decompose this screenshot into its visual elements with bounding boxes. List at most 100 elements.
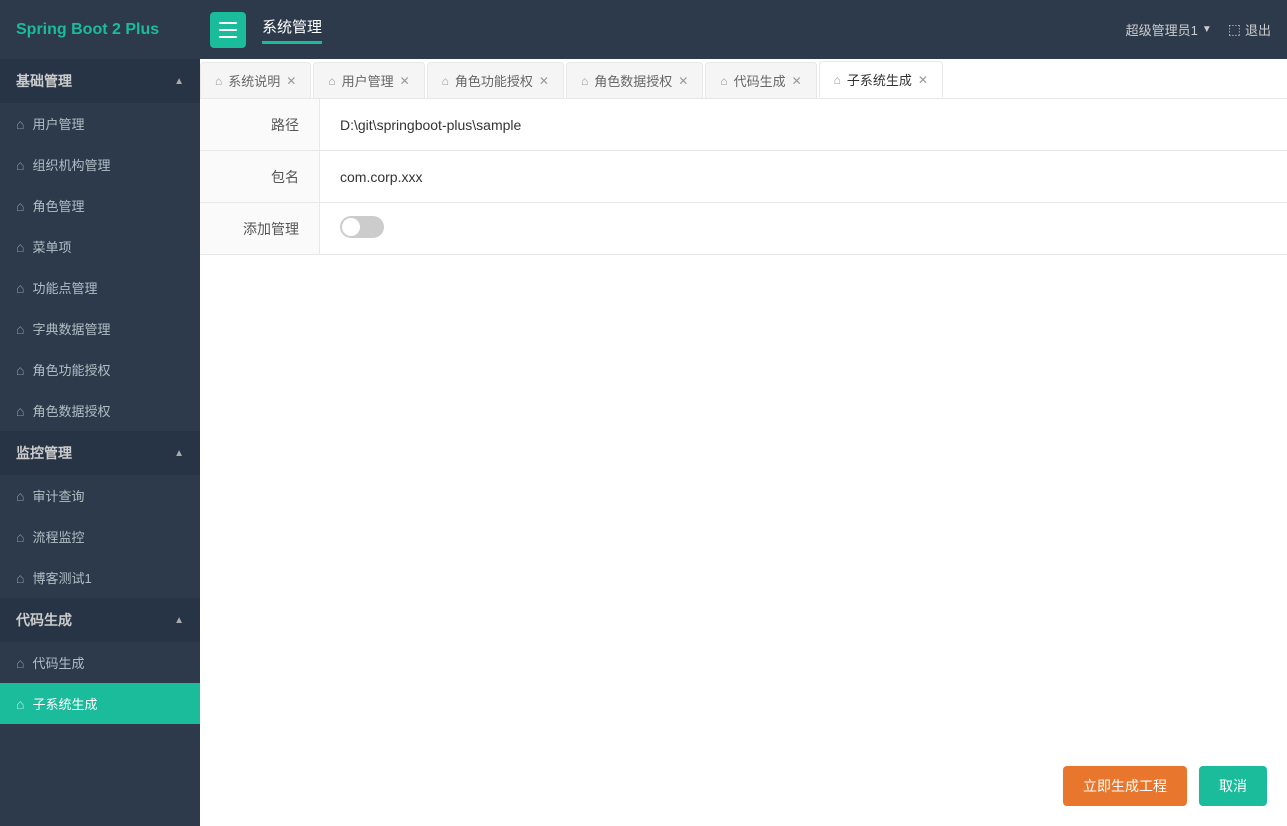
- tab-icon-1: ⌂: [328, 74, 335, 88]
- header: Spring Boot 2 Plus 系统管理 超级管理员1 ▼ ⬚ 退出: [0, 0, 1287, 59]
- sidebar-group-codegen-label: 代码生成: [16, 610, 72, 630]
- tab-system-intro[interactable]: ⌂ 系统说明 ✕: [200, 62, 311, 98]
- sidebar-group-codegen[interactable]: 代码生成 ▲: [0, 598, 200, 642]
- tab-icon-5: ⌂: [834, 73, 841, 87]
- home-icon-12: ⌂: [16, 696, 24, 712]
- home-icon-8: ⌂: [16, 488, 24, 504]
- tab-close-4[interactable]: ✕: [792, 75, 802, 87]
- sidebar-item-func-mgmt[interactable]: ⌂ 功能点管理: [0, 267, 200, 308]
- sidebar-group-basic-arrow: ▲: [174, 76, 184, 87]
- header-right: 超级管理员1 ▼ ⬚ 退出: [1126, 20, 1271, 39]
- home-icon-9: ⌂: [16, 529, 24, 545]
- tab-user-mgmt[interactable]: ⌂ 用户管理 ✕: [313, 62, 424, 98]
- tab-icon-0: ⌂: [215, 74, 222, 88]
- sidebar-group-basic-label: 基础管理: [16, 71, 72, 91]
- app-logo: Spring Boot 2 Plus: [16, 21, 210, 39]
- tab-subsystem-gen[interactable]: ⌂ 子系统生成 ✕: [819, 61, 943, 98]
- generate-button[interactable]: 立即生成工程: [1063, 766, 1187, 806]
- sidebar-item-role-func-auth[interactable]: ⌂ 角色功能授权: [0, 349, 200, 390]
- sidebar-item-menu[interactable]: ⌂ 菜单项: [0, 226, 200, 267]
- sidebar-item-label: 审计查询: [32, 486, 84, 505]
- home-icon-5: ⌂: [16, 321, 24, 337]
- layout: 基础管理 ▲ ⌂ 用户管理 ⌂ 组织机构管理 ⌂ 角色管理 ⌂ 菜单项 ⌂ 功能…: [0, 59, 1287, 826]
- footer-actions: 立即生成工程 取消: [1063, 766, 1267, 806]
- home-icon-10: ⌂: [16, 570, 24, 586]
- sidebar-item-label: 字典数据管理: [32, 319, 110, 338]
- sidebar-item-org-mgmt[interactable]: ⌂ 组织机构管理: [0, 144, 200, 185]
- tab-label-0: 系统说明: [228, 71, 280, 90]
- sidebar-item-role-data-auth[interactable]: ⌂ 角色数据授权: [0, 390, 200, 431]
- sidebar-item-process-monitor[interactable]: ⌂ 流程监控: [0, 516, 200, 557]
- sidebar-group-monitor-label: 监控管理: [16, 443, 72, 463]
- tab-label-5: 子系统生成: [847, 70, 912, 89]
- tab-close-3[interactable]: ✕: [678, 75, 688, 87]
- tab-close-2[interactable]: ✕: [539, 75, 549, 87]
- form-row-add-mgmt: 添加管理: [200, 203, 1287, 255]
- sidebar-item-label: 角色数据授权: [32, 401, 110, 420]
- sidebar: 基础管理 ▲ ⌂ 用户管理 ⌂ 组织机构管理 ⌂ 角色管理 ⌂ 菜单项 ⌂ 功能…: [0, 59, 200, 826]
- home-icon-4: ⌂: [16, 280, 24, 296]
- tab-role-data-auth[interactable]: ⌂ 角色数据授权 ✕: [566, 62, 703, 98]
- main-content: ⌂ 系统说明 ✕ ⌂ 用户管理 ✕ ⌂ 角色功能授权 ✕ ⌂ 角色数据授权 ✕ …: [200, 59, 1287, 826]
- sidebar-item-user-mgmt[interactable]: ⌂ 用户管理: [0, 103, 200, 144]
- tab-label-4: 代码生成: [734, 71, 786, 90]
- form-section: 路径 D:\git\springboot-plus\sample 包名 com.…: [200, 99, 1287, 255]
- toggle-slider: [340, 216, 384, 238]
- tab-icon-2: ⌂: [442, 74, 449, 88]
- sidebar-item-subsystem-gen[interactable]: ⌂ 子系统生成: [0, 683, 200, 724]
- home-icon-2: ⌂: [16, 198, 24, 214]
- tab-icon-3: ⌂: [581, 74, 588, 88]
- sidebar-item-label: 功能点管理: [32, 278, 97, 297]
- sidebar-group-monitor[interactable]: 监控管理 ▲: [0, 431, 200, 475]
- add-mgmt-label: 添加管理: [200, 203, 320, 254]
- sidebar-item-blog-test[interactable]: ⌂ 博客测试1: [0, 557, 200, 598]
- user-name: 超级管理员1: [1126, 20, 1198, 39]
- sidebar-item-audit[interactable]: ⌂ 审计查询: [0, 475, 200, 516]
- home-icon-1: ⌂: [16, 157, 24, 173]
- tab-role-func-auth[interactable]: ⌂ 角色功能授权 ✕: [427, 62, 564, 98]
- tab-close-0[interactable]: ✕: [286, 75, 296, 87]
- tab-label-2: 角色功能授权: [455, 71, 533, 90]
- sidebar-group-basic[interactable]: 基础管理 ▲: [0, 59, 200, 103]
- sidebar-item-role-mgmt[interactable]: ⌂ 角色管理: [0, 185, 200, 226]
- sidebar-item-label: 用户管理: [32, 114, 84, 133]
- path-value: D:\git\springboot-plus\sample: [320, 105, 1287, 145]
- tabs-bar: ⌂ 系统说明 ✕ ⌂ 用户管理 ✕ ⌂ 角色功能授权 ✕ ⌂ 角色数据授权 ✕ …: [200, 59, 1287, 99]
- package-value: com.corp.xxx: [320, 157, 1287, 197]
- content-area: 路径 D:\git\springboot-plus\sample 包名 com.…: [200, 99, 1287, 826]
- logout-label: 退出: [1245, 20, 1271, 39]
- tab-close-1[interactable]: ✕: [400, 75, 410, 87]
- sidebar-item-label: 子系统生成: [32, 694, 97, 713]
- menu-toggle-button[interactable]: [210, 12, 246, 48]
- tab-icon-4: ⌂: [720, 74, 727, 88]
- tab-label-3: 角色数据授权: [594, 71, 672, 90]
- package-label: 包名: [200, 151, 320, 202]
- nav-title: 系统管理: [262, 16, 322, 44]
- sidebar-item-codegen[interactable]: ⌂ 代码生成: [0, 642, 200, 683]
- home-icon-3: ⌂: [16, 239, 24, 255]
- sidebar-item-label: 菜单项: [32, 237, 71, 256]
- logout-icon: ⬚: [1228, 21, 1241, 38]
- home-icon-6: ⌂: [16, 362, 24, 378]
- form-row-package: 包名 com.corp.xxx: [200, 151, 1287, 203]
- tab-label-1: 用户管理: [342, 71, 394, 90]
- tab-close-5[interactable]: ✕: [918, 74, 928, 86]
- add-mgmt-toggle-container: [320, 204, 1287, 253]
- form-row-path: 路径 D:\git\springboot-plus\sample: [200, 99, 1287, 151]
- sidebar-item-label: 博客测试1: [32, 568, 91, 587]
- user-dropdown-icon: ▼: [1202, 24, 1212, 35]
- cancel-button[interactable]: 取消: [1199, 766, 1267, 806]
- home-icon-11: ⌂: [16, 655, 24, 671]
- add-mgmt-toggle[interactable]: [340, 216, 384, 238]
- logout-button[interactable]: ⬚ 退出: [1228, 20, 1271, 39]
- user-info[interactable]: 超级管理员1 ▼: [1126, 20, 1212, 39]
- sidebar-item-label: 流程监控: [32, 527, 84, 546]
- sidebar-item-label: 代码生成: [32, 653, 84, 672]
- home-icon-7: ⌂: [16, 403, 24, 419]
- sidebar-item-label: 组织机构管理: [32, 155, 110, 174]
- home-icon-0: ⌂: [16, 116, 24, 132]
- sidebar-item-dict-mgmt[interactable]: ⌂ 字典数据管理: [0, 308, 200, 349]
- tab-codegen[interactable]: ⌂ 代码生成 ✕: [705, 62, 816, 98]
- path-label: 路径: [200, 99, 320, 150]
- sidebar-group-codegen-arrow: ▲: [174, 615, 184, 626]
